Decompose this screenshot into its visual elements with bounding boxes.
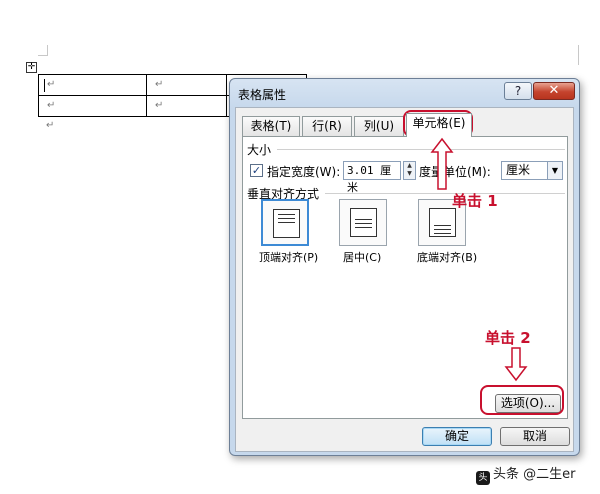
paragraph-mark: ↵ [47,79,56,90]
table-move-handle-icon[interactable]: ✛ [26,62,37,73]
tab-table[interactable]: 表格(T) [242,116,300,136]
table-cell[interactable]: ↵ [146,74,227,96]
specify-width-checkbox[interactable]: ✓ [250,164,263,177]
ok-button[interactable]: 确定 [422,427,492,446]
margin-corner-v [47,45,48,55]
watermark: 头头条 @二生er [476,463,575,485]
text-cursor [44,79,45,92]
align-top-icon [273,209,300,238]
paragraph-mark: ↵ [155,100,164,111]
help-button[interactable]: ? [504,82,532,100]
close-icon: ✕ [548,83,560,98]
chevron-down-icon: ▼ [547,162,562,179]
close-button[interactable]: ✕ [533,82,575,100]
cancel-button[interactable]: 取消 [500,427,570,446]
toutiao-logo-icon: 头 [476,471,490,485]
align-top-label: 顶端对齐(P) [259,251,319,264]
step2-label: 单击 2 [485,329,531,347]
section-divider [277,149,565,150]
paragraph-mark: ↵ [46,120,55,131]
table-cell[interactable]: ↵ [38,95,147,117]
paragraph-mark: ↵ [155,79,164,90]
options-button-highlight [480,385,564,415]
tab-row[interactable]: 行(R) [302,116,352,136]
help-icon: ? [514,84,522,98]
watermark-text: 头条 @二生er [493,467,576,482]
align-top-option[interactable] [261,199,309,246]
measure-unit-value: 厘米 [506,163,531,177]
measure-unit-select[interactable]: 厘米 ▼ [501,161,563,180]
width-spinner[interactable]: ▲ ▼ [403,161,416,180]
align-center-label: 居中(C) [343,251,382,264]
tab-column[interactable]: 列(U) [354,116,404,136]
specify-width-label: 指定宽度(W): [267,165,341,179]
width-input[interactable]: 3.01 厘米 [343,161,401,194]
size-section-heading: 大小 [247,143,272,157]
step1-label: 单击 1 [452,192,498,210]
align-bottom-icon [429,208,456,237]
table-cell[interactable]: ↵ [146,95,227,117]
dialog-title: 表格属性 [238,88,287,102]
section-divider [325,193,565,194]
up-arrow-icon [430,137,454,190]
align-center-icon [350,208,377,237]
margin-corner-h [38,55,48,56]
paragraph-mark: ↵ [47,100,56,111]
table-cell[interactable]: ↵ [38,74,147,96]
tab-cell[interactable]: 单元格(E) [406,113,472,137]
align-center-option[interactable] [339,199,387,246]
down-arrow-icon [504,347,528,382]
align-bottom-label: 底端对齐(B) [417,251,478,264]
margin-corner-right [578,45,579,65]
